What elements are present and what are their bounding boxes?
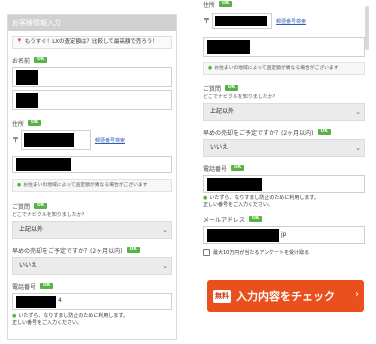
ok-badge: OK <box>225 85 239 91</box>
phone-hint: ● いたずら、なりすまし防止のために利用します。 <box>12 313 172 320</box>
form-header: お客様情報入力 <box>8 15 176 31</box>
redacted-block <box>16 93 38 108</box>
zip-input[interactable] <box>21 130 91 150</box>
postal-mark: 〒 <box>203 17 210 25</box>
q2-label-row: 早めの売却をご予定ですか？(2ヶ月以内) OK <box>12 245 172 255</box>
notice-text: お住まいの地域によって査定額が異なる場合がございます <box>23 183 148 188</box>
chevron-down-icon: ⌄ <box>355 108 361 116</box>
q1-select[interactable]: 上記以外 ⌄ <box>203 103 365 121</box>
map-pin-icon: 📍 <box>16 39 23 45</box>
promo-text: もうすぐ！LXの査定額は？比較して最高額で売ろう！ <box>24 39 158 45</box>
phone-label: 電話番号 <box>12 283 37 291</box>
name-label-row: お名前 OK <box>12 55 172 65</box>
email-label: メールアドレス <box>203 216 246 224</box>
q1-select[interactable]: 上記以外 ⌄ <box>12 221 172 239</box>
q1-label: ご質問 <box>12 203 31 211</box>
promo-info-bar: 📍 もうすぐ！LXの査定額は？比較して最高額で売ろう！ <box>12 36 172 49</box>
notice-text: お住まいの地域によって査定額が異なる場合がございます <box>214 66 339 71</box>
chevron-down-icon: ⌄ <box>162 262 168 270</box>
redacted-block <box>215 16 267 26</box>
form-panel-right: 住所 OK 〒 郵便番号検索 ● お住まいの地域によって査定額が異なる場合がござい… <box>199 0 369 320</box>
info-icon: ● <box>12 313 17 319</box>
name-label: お名前 <box>12 57 31 65</box>
phone-hint-2: 正しい番号をご入力ください。 <box>12 320 83 326</box>
redacted-block <box>16 296 56 308</box>
redacted-block <box>207 178 262 191</box>
free-tag: 無料 <box>213 289 231 303</box>
address-input[interactable] <box>203 37 365 57</box>
zip-row: 〒 郵便番号検索 <box>203 9 365 33</box>
q1-selected-value: 上記以外 <box>19 226 44 233</box>
form-panel-left: お客様情報入力 📍 もうすぐ！LXの査定額は？比較して最高額で売ろう！ お名前 O… <box>7 14 177 340</box>
ok-badge: OK <box>34 57 48 63</box>
phone-input[interactable]: 4 <box>12 293 172 310</box>
info-icon: ● <box>17 183 22 188</box>
address-label-row: 住所 OK <box>12 118 172 128</box>
q2-selected-value: いいえ <box>19 262 38 269</box>
phone-suffix: 4 <box>58 297 62 304</box>
chevron-right-icon: › <box>355 289 359 300</box>
zip-search-link[interactable]: 郵便番号検索 <box>95 137 125 144</box>
ok-badge: OK <box>28 120 42 126</box>
q2-label: 早めの売却をご予定ですか？(2ヶ月以内) <box>12 247 123 255</box>
ok-badge: OK <box>219 1 233 7</box>
phone-label-row: 電話番号 OK <box>12 281 172 291</box>
survey-checkbox-row[interactable]: 最大10万円が当たるアンケートを受け取る <box>203 248 365 257</box>
last-name-input[interactable] <box>12 67 172 87</box>
zip-input[interactable] <box>212 13 272 29</box>
q2-label-row: 早めの売却をご予定ですか？(2ヶ月以内) OK <box>203 127 365 137</box>
q1-label: ご質問 <box>203 85 222 93</box>
email-label-row: メールアドレス OK <box>203 214 365 224</box>
address-label-row: 住所 OK <box>203 0 365 9</box>
redacted-block <box>24 133 74 147</box>
q1-sublabel: どこでナビクルを知りましたか？ <box>203 94 278 100</box>
first-name-input[interactable] <box>12 90 172 110</box>
info-icon: ● <box>208 66 213 71</box>
cta-label: 入力内容をチェック <box>236 290 335 303</box>
redacted-block <box>16 158 71 171</box>
q1-selected-value: 上記以外 <box>210 108 235 115</box>
address-label: 住所 <box>203 1 216 9</box>
q2-selected-value: いいえ <box>210 144 229 151</box>
address-input[interactable] <box>12 156 172 173</box>
survey-checkbox[interactable] <box>203 249 210 256</box>
q2-select[interactable]: いいえ ⌄ <box>203 139 365 157</box>
info-icon: ● <box>203 195 208 201</box>
ok-badge: OK <box>249 216 263 222</box>
email-input[interactable]: jp <box>203 226 365 244</box>
phone-hint: ● いたずら、なりすまし防止のために利用します。 <box>203 195 365 202</box>
email-suffix: jp <box>281 231 287 238</box>
address-label: 住所 <box>12 120 25 128</box>
phone-hint-1: いたずら、なりすまし防止のために利用します。 <box>209 195 319 201</box>
q1-label-row: ご質問 OK <box>203 83 365 93</box>
ok-badge: OK <box>40 283 54 289</box>
phone-label-row: 電話番号 OK <box>203 163 365 173</box>
survey-checkbox-label: 最大10万円が当たるアンケートを受け取る <box>213 250 310 256</box>
q2-label: 早めの売却をご予定ですか？(2ヶ月以内) <box>203 129 314 137</box>
postal-mark: 〒 <box>12 136 19 144</box>
ok-badge: OK <box>34 203 48 209</box>
check-input-button[interactable]: 無料 入力内容をチェック › <box>207 280 364 312</box>
chevron-down-icon: ⌄ <box>162 226 168 234</box>
ok-badge: OK <box>231 165 245 171</box>
redacted-block <box>207 229 279 242</box>
redacted-block <box>16 70 38 85</box>
q1-label-row: ご質問 OK <box>12 201 172 211</box>
q1-sublabel: どこでナビクルを知りましたか？ <box>12 212 87 218</box>
region-notice: ● お住まいの地域によって査定額が異なる場合がございます <box>12 179 172 192</box>
phone-hint-1: いたずら、なりすまし防止のために利用します。 <box>18 313 128 319</box>
zip-search-link[interactable]: 郵便番号検索 <box>276 18 306 25</box>
phone-hint-2: 正しい番号をご入力ください。 <box>203 202 274 208</box>
ok-badge: OK <box>317 129 331 135</box>
region-notice: ● お住まいの地域によって査定額が異なる場合がございます <box>203 62 365 75</box>
q2-select[interactable]: いいえ ⌄ <box>12 257 172 275</box>
ok-badge: OK <box>126 247 140 253</box>
redacted-block <box>207 40 250 54</box>
scrollbar[interactable] <box>365 6 369 50</box>
phone-label: 電話番号 <box>203 165 228 173</box>
phone-input[interactable] <box>203 175 365 193</box>
zip-row: 〒 郵便番号検索 <box>12 130 172 150</box>
chevron-down-icon: ⌄ <box>355 144 361 152</box>
